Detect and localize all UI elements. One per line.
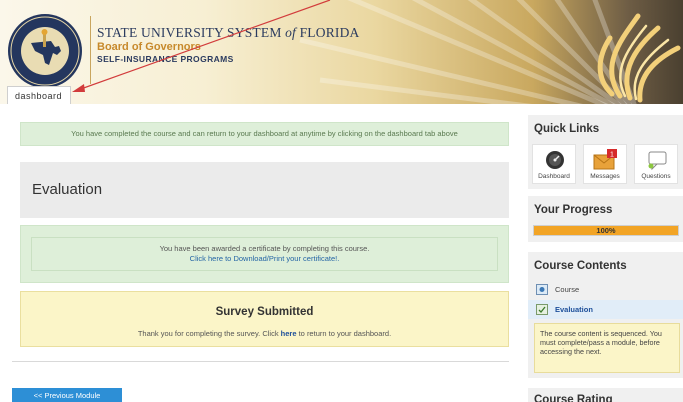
course-contents-item-evaluation-label: Evaluation [555, 305, 593, 314]
previous-module-button[interactable]: << Previous Module [12, 388, 122, 402]
survey-thanks-text: Thank you for completing the survey. Cli… [21, 329, 508, 338]
certificate-panel: You have been awarded a certificate by c… [20, 225, 509, 283]
quick-link-dashboard[interactable]: Dashboard [532, 144, 576, 184]
evaluation-title: Evaluation [32, 181, 103, 198]
course-rating-panel: Course Rating [528, 388, 683, 402]
download-certificate-link[interactable]: Click here to Download/Print your certif… [32, 254, 497, 264]
your-progress-panel: Your Progress 100% [528, 196, 683, 242]
survey-text-before: Thank you for completing the survey. Cli… [137, 329, 281, 338]
course-page-icon [536, 284, 548, 295]
torch-flame-logo [597, 13, 681, 103]
certificate-box: You have been awarded a certificate by c… [31, 237, 498, 271]
org-name-of: of [285, 25, 297, 40]
survey-text-after: to return to your dashboard. [296, 329, 392, 338]
self-insurance-programs-text: SELF-INSURANCE PROGRAMS [97, 54, 234, 64]
course-contents-panel: Course Contents Course Evaluation The co… [528, 252, 683, 378]
question-bubble-icon [648, 151, 667, 171]
quick-link-messages[interactable]: 1 Messages [583, 144, 627, 184]
course-contents-item-course[interactable]: Course [528, 280, 683, 299]
university-system-seal-logo [8, 14, 82, 88]
progress-bar: 100% [533, 225, 679, 236]
quick-link-questions[interactable]: Questions [634, 144, 678, 184]
course-contents-item-course-label: Course [555, 285, 580, 294]
evaluation-panel: Evaluation [20, 162, 509, 218]
quick-link-messages-label: Messages [590, 173, 620, 180]
course-sequence-note: The course content is sequenced. You mus… [534, 323, 680, 373]
certificate-awarded-text: You have been awarded a certificate by c… [159, 244, 370, 253]
survey-submitted-panel: Survey Submitted Thank you for completin… [20, 291, 509, 347]
header-divider [90, 16, 91, 84]
org-name-line: STATE UNIVERSITY SYSTEM of FLORIDA [97, 25, 360, 41]
quick-link-questions-label: Questions [641, 173, 671, 180]
course-contents-item-evaluation[interactable]: Evaluation [528, 300, 683, 319]
site-header: STATE UNIVERSITY SYSTEM of FLORIDA Board… [0, 0, 683, 104]
your-progress-title: Your Progress [534, 204, 613, 216]
evaluation-page-icon [536, 304, 548, 315]
org-name-part1: STATE UNIVERSITY SYSTEM [97, 25, 286, 40]
page-root: STATE UNIVERSITY SYSTEM of FLORIDA Board… [0, 0, 683, 402]
messages-badge: 1 [610, 152, 614, 159]
board-of-governors-text: Board of Governors [97, 41, 201, 53]
survey-submitted-title: Survey Submitted [215, 306, 314, 318]
dashboard-tab[interactable]: dashboard [7, 86, 71, 104]
org-name-part2: FLORIDA [296, 25, 360, 40]
dashboard-icon [546, 151, 564, 169]
quick-links-title: Quick Links [534, 123, 600, 135]
quick-link-dashboard-label: Dashboard [538, 173, 570, 180]
quick-links-panel: Quick Links Dashboard 1 Messages Questio… [528, 115, 683, 189]
course-completed-notice: You have completed the course and can re… [20, 122, 509, 146]
course-rating-title: Course Rating [534, 394, 613, 402]
return-dashboard-link[interactable]: here [281, 329, 297, 338]
progress-percent: 100% [596, 226, 616, 235]
course-contents-title: Course Contents [534, 260, 627, 272]
content-divider [12, 361, 509, 362]
envelope-icon: 1 [593, 149, 617, 170]
